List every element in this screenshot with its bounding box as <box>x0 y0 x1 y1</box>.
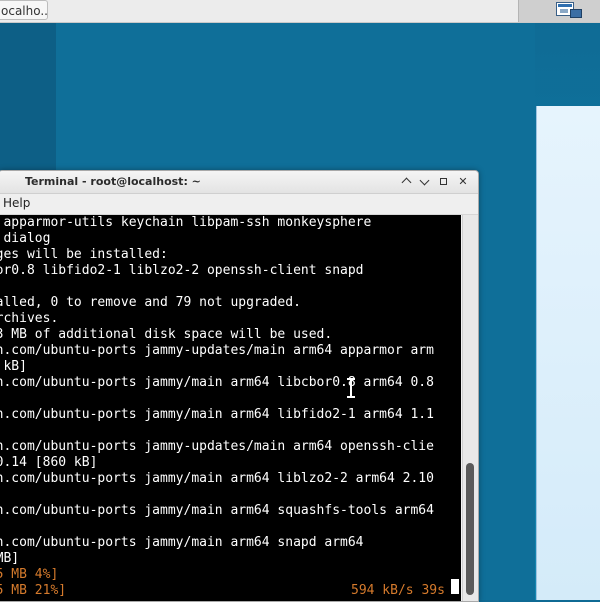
terminal-line: kB] <box>3 359 27 374</box>
terminal-line: 3 MB of additional disk space will be us… <box>0 327 333 342</box>
terminal-cursor <box>451 579 459 594</box>
menu-help[interactable]: Help <box>3 196 30 210</box>
terminal-line: n.com/ubuntu-ports jammy/main arm64 libf… <box>0 407 434 422</box>
window-list-icon[interactable] <box>570 9 582 18</box>
terminal-line: n.com/ubuntu-ports jammy/main arm64 squa… <box>0 503 434 518</box>
download-rate: 594 kB/s 39s <box>351 583 445 598</box>
terminal-output[interactable]: apparmor-utils keychain libpam-ssh monke… <box>0 215 461 601</box>
terminal-titlebar[interactable]: Terminal - root@localhost: ~ ✕ <box>0 171 478 194</box>
terminal-line: dialog <box>3 231 51 246</box>
terminal-line: n.com/ubuntu-ports jammy-updates/main ar… <box>0 439 434 454</box>
taskbar-terminal-button[interactable]: ocalho... <box>0 0 48 20</box>
terminal-line: rchives. <box>0 311 59 326</box>
terminal-menubar: Help <box>0 194 478 215</box>
top-panel: ocalho... <box>0 0 600 23</box>
minimize-icon[interactable] <box>419 176 431 188</box>
terminal-line: n.com/ubuntu-ports jammy/main arm64 libc… <box>0 375 434 390</box>
terminal-scrollbar[interactable] <box>462 215 478 601</box>
terminal-line: n.com/ubuntu-ports jammy/main arm64 libl… <box>0 471 434 486</box>
shade-up-icon[interactable] <box>401 176 413 188</box>
terminal-line: alled, 0 to remove and 79 not upgraded. <box>0 295 301 310</box>
progress-line: 5 MB 21%] <box>0 583 67 598</box>
window-title: Terminal - root@localhost: ~ <box>25 175 201 188</box>
close-icon[interactable]: ✕ <box>457 176 469 188</box>
terminal-line: 0.14 [860 kB] <box>0 455 98 470</box>
progress-line: 5 MB 4%] <box>0 567 59 582</box>
terminal-line: MB] <box>0 551 20 566</box>
text-cursor-icon <box>347 378 355 398</box>
terminal-line: ges will be installed: <box>0 247 168 262</box>
terminal-line: n.com/ubuntu-ports jammy-updates/main ar… <box>0 343 434 358</box>
terminal-window[interactable]: Terminal - root@localhost: ~ ✕ Help appa… <box>0 170 479 602</box>
maximize-icon[interactable] <box>438 176 450 188</box>
terminal-line: or0.8 libfido2-1 liblzo2-2 openssh-clien… <box>0 263 364 278</box>
background-window[interactable] <box>536 106 600 600</box>
scrollbar-thumb[interactable] <box>466 463 474 595</box>
terminal-line: n.com/ubuntu-ports jammy/main arm64 snap… <box>0 535 364 550</box>
terminal-line: apparmor-utils keychain libpam-ssh monke… <box>0 215 372 230</box>
